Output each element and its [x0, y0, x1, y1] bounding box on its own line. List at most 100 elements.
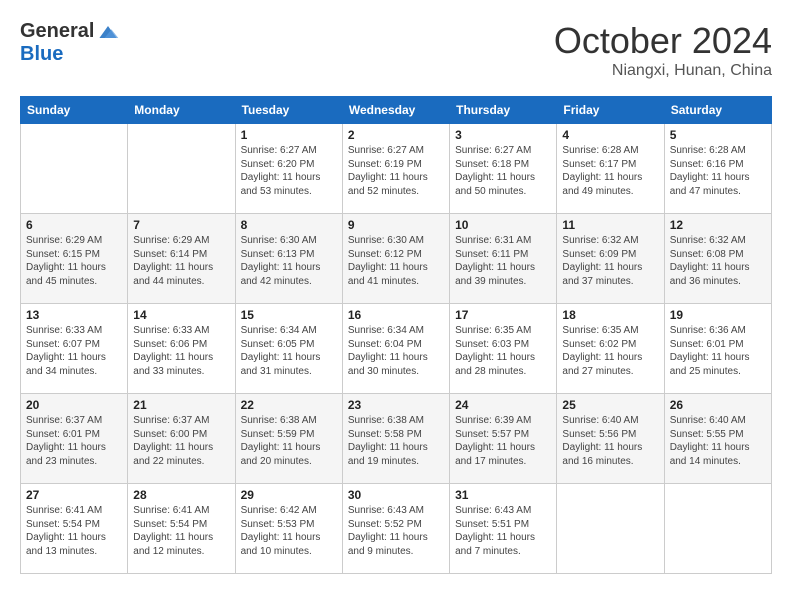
- sunset-text: Sunset: 6:15 PM: [26, 249, 100, 260]
- table-row: 14 Sunrise: 6:33 AM Sunset: 6:06 PM Dayl…: [128, 304, 235, 394]
- header-saturday: Saturday: [664, 97, 771, 124]
- day-number: 11: [562, 218, 658, 232]
- sunset-text: Sunset: 6:09 PM: [562, 249, 636, 260]
- sunset-text: Sunset: 6:00 PM: [133, 429, 207, 440]
- table-row: 7 Sunrise: 6:29 AM Sunset: 6:14 PM Dayli…: [128, 214, 235, 304]
- sunset-text: Sunset: 5:53 PM: [241, 519, 315, 530]
- day-info: Sunrise: 6:38 AM Sunset: 5:58 PM Dayligh…: [348, 414, 444, 468]
- day-number: 4: [562, 128, 658, 142]
- sunrise-text: Sunrise: 6:43 AM: [348, 505, 424, 516]
- day-info: Sunrise: 6:41 AM Sunset: 5:54 PM Dayligh…: [133, 504, 229, 558]
- page-header: General Blue October 2024 Niangxi, Hunan…: [20, 20, 772, 80]
- day-number: 25: [562, 398, 658, 412]
- table-row: 12 Sunrise: 6:32 AM Sunset: 6:08 PM Dayl…: [664, 214, 771, 304]
- daylight-text: Daylight: 11 hours and 27 minutes.: [562, 352, 642, 377]
- sunrise-text: Sunrise: 6:30 AM: [241, 235, 317, 246]
- daylight-text: Daylight: 11 hours and 45 minutes.: [26, 262, 106, 287]
- table-row: 17 Sunrise: 6:35 AM Sunset: 6:03 PM Dayl…: [450, 304, 557, 394]
- logo: General Blue: [20, 20, 120, 66]
- title-block: October 2024 Niangxi, Hunan, China: [554, 20, 772, 80]
- header-thursday: Thursday: [450, 97, 557, 124]
- sunset-text: Sunset: 6:06 PM: [133, 339, 207, 350]
- daylight-text: Daylight: 11 hours and 10 minutes.: [241, 532, 321, 557]
- day-number: 8: [241, 218, 337, 232]
- day-info: Sunrise: 6:43 AM Sunset: 5:52 PM Dayligh…: [348, 504, 444, 558]
- sunrise-text: Sunrise: 6:36 AM: [670, 325, 746, 336]
- sunrise-text: Sunrise: 6:29 AM: [26, 235, 102, 246]
- day-info: Sunrise: 6:29 AM Sunset: 6:14 PM Dayligh…: [133, 234, 229, 288]
- table-row: 4 Sunrise: 6:28 AM Sunset: 6:17 PM Dayli…: [557, 124, 664, 214]
- table-row: 29 Sunrise: 6:42 AM Sunset: 5:53 PM Dayl…: [235, 484, 342, 574]
- daylight-text: Daylight: 11 hours and 28 minutes.: [455, 352, 535, 377]
- sunrise-text: Sunrise: 6:43 AM: [455, 505, 531, 516]
- sunset-text: Sunset: 6:20 PM: [241, 159, 315, 170]
- sunrise-text: Sunrise: 6:38 AM: [241, 415, 317, 426]
- day-number: 5: [670, 128, 766, 142]
- day-info: Sunrise: 6:43 AM Sunset: 5:51 PM Dayligh…: [455, 504, 551, 558]
- week-row-1: 1 Sunrise: 6:27 AM Sunset: 6:20 PM Dayli…: [21, 124, 772, 214]
- sunset-text: Sunset: 6:16 PM: [670, 159, 744, 170]
- header-tuesday: Tuesday: [235, 97, 342, 124]
- sunset-text: Sunset: 5:55 PM: [670, 429, 744, 440]
- sunrise-text: Sunrise: 6:32 AM: [670, 235, 746, 246]
- day-number: 1: [241, 128, 337, 142]
- sunset-text: Sunset: 6:11 PM: [455, 249, 528, 260]
- day-number: 14: [133, 308, 229, 322]
- day-info: Sunrise: 6:35 AM Sunset: 6:03 PM Dayligh…: [455, 324, 551, 378]
- day-info: Sunrise: 6:40 AM Sunset: 5:56 PM Dayligh…: [562, 414, 658, 468]
- sunrise-text: Sunrise: 6:28 AM: [562, 145, 638, 156]
- sunset-text: Sunset: 6:12 PM: [348, 249, 422, 260]
- sunset-text: Sunset: 6:14 PM: [133, 249, 207, 260]
- sunset-text: Sunset: 6:05 PM: [241, 339, 315, 350]
- weekday-header-row: Sunday Monday Tuesday Wednesday Thursday…: [21, 97, 772, 124]
- sunrise-text: Sunrise: 6:31 AM: [455, 235, 531, 246]
- header-wednesday: Wednesday: [342, 97, 449, 124]
- table-row: [21, 124, 128, 214]
- day-number: 19: [670, 308, 766, 322]
- table-row: 21 Sunrise: 6:37 AM Sunset: 6:00 PM Dayl…: [128, 394, 235, 484]
- table-row: 23 Sunrise: 6:38 AM Sunset: 5:58 PM Dayl…: [342, 394, 449, 484]
- logo-blue-text: Blue: [20, 43, 63, 66]
- table-row: 27 Sunrise: 6:41 AM Sunset: 5:54 PM Dayl…: [21, 484, 128, 574]
- sunrise-text: Sunrise: 6:41 AM: [133, 505, 209, 516]
- day-number: 26: [670, 398, 766, 412]
- sunrise-text: Sunrise: 6:34 AM: [348, 325, 424, 336]
- header-friday: Friday: [557, 97, 664, 124]
- day-number: 23: [348, 398, 444, 412]
- sunrise-text: Sunrise: 6:40 AM: [562, 415, 638, 426]
- table-row: 15 Sunrise: 6:34 AM Sunset: 6:05 PM Dayl…: [235, 304, 342, 394]
- sunrise-text: Sunrise: 6:42 AM: [241, 505, 317, 516]
- sunrise-text: Sunrise: 6:34 AM: [241, 325, 317, 336]
- day-info: Sunrise: 6:28 AM Sunset: 6:17 PM Dayligh…: [562, 144, 658, 198]
- day-number: 6: [26, 218, 122, 232]
- day-info: Sunrise: 6:33 AM Sunset: 6:06 PM Dayligh…: [133, 324, 229, 378]
- day-info: Sunrise: 6:30 AM Sunset: 6:12 PM Dayligh…: [348, 234, 444, 288]
- sunset-text: Sunset: 5:58 PM: [348, 429, 422, 440]
- table-row: 3 Sunrise: 6:27 AM Sunset: 6:18 PM Dayli…: [450, 124, 557, 214]
- daylight-text: Daylight: 11 hours and 47 minutes.: [670, 172, 750, 197]
- day-number: 21: [133, 398, 229, 412]
- daylight-text: Daylight: 11 hours and 9 minutes.: [348, 532, 428, 557]
- day-info: Sunrise: 6:32 AM Sunset: 6:08 PM Dayligh…: [670, 234, 766, 288]
- sunrise-text: Sunrise: 6:27 AM: [241, 145, 317, 156]
- table-row: 22 Sunrise: 6:38 AM Sunset: 5:59 PM Dayl…: [235, 394, 342, 484]
- day-number: 3: [455, 128, 551, 142]
- day-number: 7: [133, 218, 229, 232]
- sunset-text: Sunset: 6:02 PM: [562, 339, 636, 350]
- day-info: Sunrise: 6:28 AM Sunset: 6:16 PM Dayligh…: [670, 144, 766, 198]
- day-info: Sunrise: 6:27 AM Sunset: 6:20 PM Dayligh…: [241, 144, 337, 198]
- daylight-text: Daylight: 11 hours and 12 minutes.: [133, 532, 213, 557]
- sunrise-text: Sunrise: 6:37 AM: [133, 415, 209, 426]
- day-info: Sunrise: 6:37 AM Sunset: 6:01 PM Dayligh…: [26, 414, 122, 468]
- daylight-text: Daylight: 11 hours and 50 minutes.: [455, 172, 535, 197]
- sunset-text: Sunset: 6:17 PM: [562, 159, 636, 170]
- sunset-text: Sunset: 5:56 PM: [562, 429, 636, 440]
- day-number: 24: [455, 398, 551, 412]
- sunset-text: Sunset: 5:51 PM: [455, 519, 529, 530]
- table-row: 20 Sunrise: 6:37 AM Sunset: 6:01 PM Dayl…: [21, 394, 128, 484]
- day-info: Sunrise: 6:37 AM Sunset: 6:00 PM Dayligh…: [133, 414, 229, 468]
- table-row: 28 Sunrise: 6:41 AM Sunset: 5:54 PM Dayl…: [128, 484, 235, 574]
- sunrise-text: Sunrise: 6:35 AM: [562, 325, 638, 336]
- month-title: October 2024: [554, 20, 772, 62]
- sunset-text: Sunset: 6:07 PM: [26, 339, 100, 350]
